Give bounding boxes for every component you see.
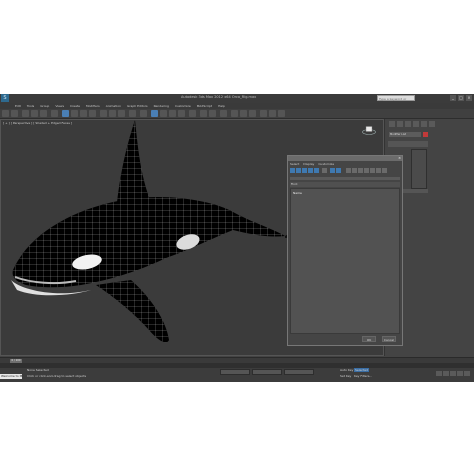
modifier-list-dropdown[interactable]: Modifier List: [389, 132, 421, 137]
rectangular-selection-button[interactable]: [80, 110, 87, 117]
previous-frame-button[interactable]: [443, 371, 449, 376]
next-frame-button[interactable]: [457, 371, 463, 376]
auto-key-button[interactable]: Auto Key: [340, 368, 353, 372]
display-tab-icon[interactable]: [421, 121, 427, 127]
maximize-button[interactable]: □: [458, 95, 464, 101]
set-key-button[interactable]: Set Key: [340, 374, 351, 378]
filter-spacewarps-button[interactable]: [322, 168, 327, 173]
name-column-header[interactable]: Name: [293, 191, 302, 195]
filter-bones-button[interactable]: [346, 168, 351, 173]
dialog-title-bar[interactable]: ×: [288, 156, 402, 161]
scene-object-list[interactable]: Name: [290, 188, 400, 334]
find-label: Find:: [291, 182, 298, 186]
coordinate-z-field[interactable]: [284, 369, 314, 375]
ok-button[interactable]: OK: [362, 336, 376, 342]
window-crossing-button[interactable]: [89, 110, 96, 117]
playback-controls: [436, 371, 470, 376]
bind-spacewarp-button[interactable]: [40, 110, 47, 117]
select-from-scene-dialog: × Select Display Customize Find: Name OK…: [287, 155, 403, 346]
dialog-menu-display[interactable]: Display: [303, 162, 314, 166]
filter-frozen-button[interactable]: [358, 168, 363, 173]
render-frame-button[interactable]: [269, 110, 276, 117]
app-logo-icon[interactable]: S: [1, 94, 9, 102]
filter-helpers-button[interactable]: [314, 168, 319, 173]
cancel-button[interactable]: Cancel: [382, 336, 396, 342]
go-to-end-button[interactable]: [464, 371, 470, 376]
status-bar: Welcome to M None Selected Click or clic…: [0, 368, 474, 382]
app-window: S Autodesk 3ds Max 2012 x64 Orca_Rig.max…: [0, 94, 474, 382]
named-selection-button[interactable]: [189, 110, 196, 117]
filter-containers-button[interactable]: [352, 168, 357, 173]
go-to-start-button[interactable]: [436, 371, 442, 376]
select-by-name-button[interactable]: [71, 110, 78, 117]
prompt-line: Click or click-and-drag to select object…: [27, 374, 87, 378]
filter-shapes-button[interactable]: [296, 168, 301, 173]
modify-tab-icon[interactable]: [397, 121, 403, 127]
maxscript-listener-field[interactable]: Welcome to M: [0, 374, 22, 379]
main-toolbar: [0, 109, 474, 119]
dialog-menu-customize[interactable]: Customize: [318, 162, 334, 166]
dialog-sort-bar[interactable]: [290, 177, 400, 180]
pivot-center-button[interactable]: [140, 110, 147, 117]
render-setup-button[interactable]: [260, 110, 267, 117]
dialog-menu: Select Display Customize: [290, 162, 334, 166]
filter-cameras-button[interactable]: [308, 168, 313, 173]
select-none-button[interactable]: [376, 168, 381, 173]
redo-button[interactable]: [11, 110, 18, 117]
object-name-field[interactable]: [388, 141, 428, 147]
window-title: Autodesk 3ds Max 2012 x64 Orca_Rig.max: [181, 95, 257, 99]
command-panel-tabs: [389, 121, 435, 127]
selected-dropdown[interactable]: Selected: [354, 368, 370, 372]
play-button[interactable]: [450, 371, 456, 376]
curve-editor-button[interactable]: [231, 110, 238, 117]
coordinate-y-field[interactable]: [252, 369, 282, 375]
align-button[interactable]: [209, 110, 216, 117]
select-manipulate-button[interactable]: [151, 110, 158, 117]
undo-button[interactable]: [2, 110, 9, 117]
link-button[interactable]: [22, 110, 29, 117]
utilities-tab-icon[interactable]: [429, 121, 435, 127]
key-filters-button[interactable]: Key Filters...: [354, 374, 372, 378]
viewcube-icon[interactable]: [362, 125, 376, 135]
filter-xrefs-button[interactable]: [336, 168, 341, 173]
motion-tab-icon[interactable]: [413, 121, 419, 127]
mirror-button[interactable]: [200, 110, 207, 117]
create-tab-icon[interactable]: [389, 121, 395, 127]
close-button[interactable]: ×: [466, 95, 472, 101]
dialog-filter-toolbar: [290, 168, 400, 174]
filter-hidden-button[interactable]: [364, 168, 369, 173]
select-all-button[interactable]: [370, 168, 375, 173]
search-input[interactable]: Type a keyword or phrase: [377, 95, 415, 107]
minimize-button[interactable]: _: [450, 95, 456, 101]
selection-status: None Selected: [27, 368, 49, 372]
find-field[interactable]: Find:: [290, 182, 400, 187]
dialog-close-icon[interactable]: ×: [398, 156, 401, 161]
filter-geometry-button[interactable]: [290, 168, 295, 173]
hierarchy-tab-icon[interactable]: [405, 121, 411, 127]
material-editor-button[interactable]: [249, 110, 256, 117]
scale-button[interactable]: [118, 110, 125, 117]
angle-snap-button[interactable]: [169, 110, 176, 117]
filter-lights-button[interactable]: [302, 168, 307, 173]
selection-filter-dropdown[interactable]: [51, 110, 58, 117]
percent-snap-button[interactable]: [178, 110, 185, 117]
reference-coordinate-dropdown[interactable]: [129, 110, 136, 117]
window-controls: _ □ ×: [450, 95, 472, 101]
dialog-menu-select[interactable]: Select: [290, 162, 299, 166]
snaps-toggle-button[interactable]: [160, 110, 167, 117]
schematic-view-button[interactable]: [240, 110, 247, 117]
layer-manager-button[interactable]: [220, 110, 227, 117]
select-invert-button[interactable]: [382, 168, 387, 173]
coordinate-x-field[interactable]: [220, 369, 250, 375]
select-object-button[interactable]: [62, 110, 69, 117]
object-color-swatch[interactable]: [423, 132, 428, 137]
render-production-button[interactable]: [278, 110, 285, 117]
filter-groups-button[interactable]: [330, 168, 335, 173]
modifier-stack[interactable]: [411, 149, 427, 189]
rotate-button[interactable]: [109, 110, 116, 117]
unlink-button[interactable]: [31, 110, 38, 117]
move-button[interactable]: [100, 110, 107, 117]
